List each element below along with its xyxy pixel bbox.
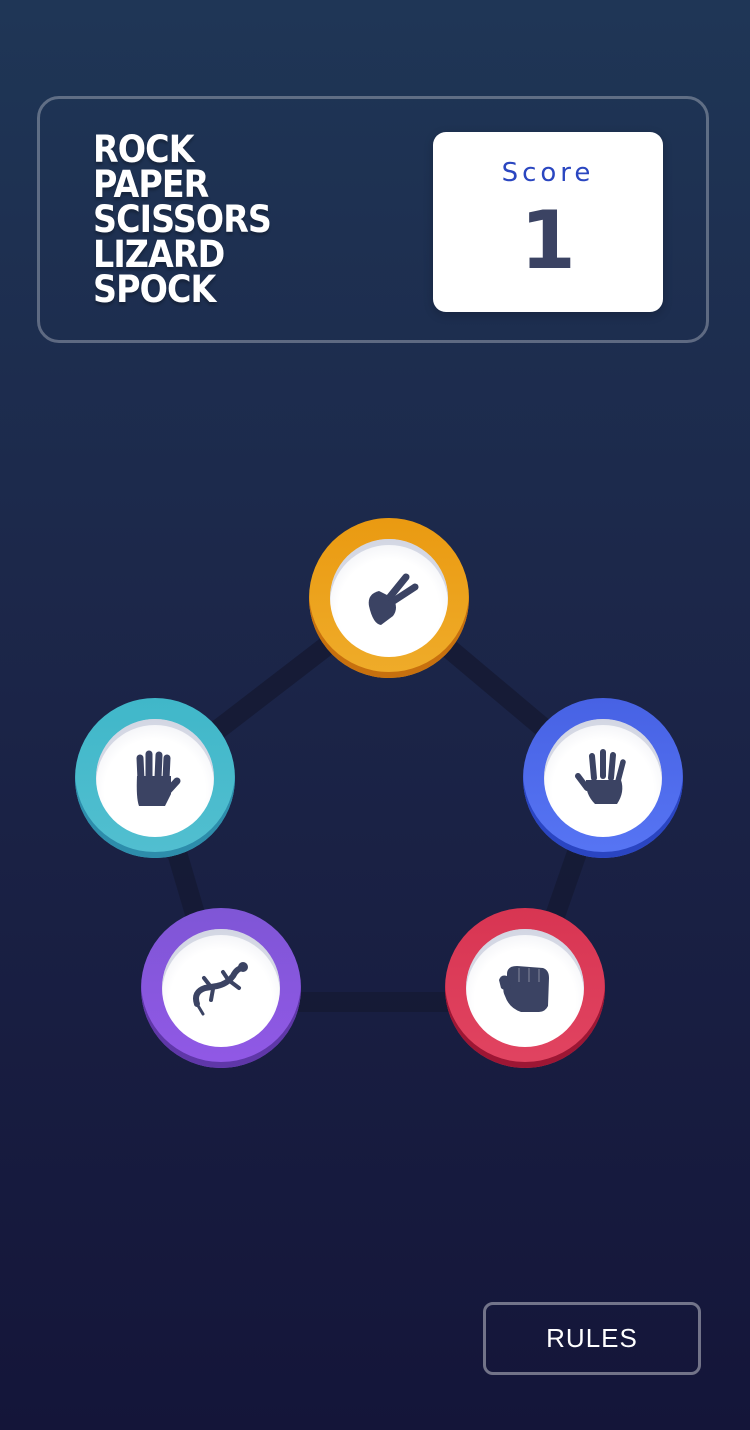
game-board <box>0 0 750 1430</box>
lizard-token[interactable] <box>141 908 301 1068</box>
paper-hand-icon <box>575 749 626 804</box>
lizard-icon <box>193 962 248 1016</box>
spock-token[interactable] <box>75 698 235 858</box>
spock-hand-icon <box>136 750 181 806</box>
scissors-hand-icon <box>368 573 419 625</box>
paper-token[interactable] <box>523 698 683 858</box>
rules-button[interactable]: RULES <box>483 1302 701 1375</box>
rock-fist-icon <box>499 966 549 1012</box>
rock-token[interactable] <box>445 908 605 1068</box>
scissors-token[interactable] <box>309 518 469 678</box>
